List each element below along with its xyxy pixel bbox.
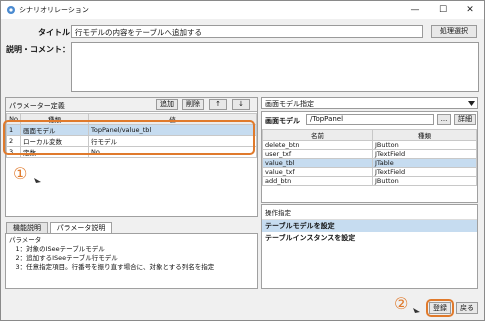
description-line: パラメータ — [9, 236, 42, 244]
row-name: value_txf — [262, 167, 373, 177]
parameter-header: パラメーター定義 — [9, 102, 65, 110]
list-item[interactable]: テーブルモデルを設定 — [262, 220, 477, 232]
parameter-description-panel: パラメータ 1：対象のISeeテーブルモデル 2：追加するISeeテーブル行モデ… — [5, 233, 258, 289]
highlight-annotation-2 — [426, 299, 454, 317]
screen-model-select[interactable]: 画面モデル指定 — [261, 97, 478, 109]
back-button[interactable]: 戻る — [456, 302, 478, 314]
move-down-button[interactable]: ↓ — [232, 99, 250, 110]
add-param-button[interactable]: 追加 — [156, 99, 178, 110]
title-bar: シナリオリレーション — ☐ ✕ — [1, 1, 484, 19]
row-name: value_tbl — [262, 158, 373, 168]
row-name: user_txf — [262, 149, 373, 159]
model-label: 画面モデル — [265, 117, 300, 125]
table-row[interactable]: delete_btn JButton — [262, 140, 477, 150]
pointer-arrow-icon — [413, 308, 420, 313]
minimize-button[interactable]: — — [408, 4, 422, 16]
operation-panel: 操作指定 テーブルモデルを設定 テーブルインスタンスを設定 — [261, 204, 478, 289]
parameter-toolbar: パラメーター定義 追加 削除 ↑ ↓ — [6, 98, 257, 112]
browse-button[interactable]: ... — [437, 114, 451, 125]
row-kind: JTextField — [372, 149, 477, 159]
row-kind: JButton — [372, 176, 477, 186]
app-icon — [7, 6, 15, 14]
operation-header: 操作指定 — [262, 205, 477, 220]
tab-strip: 機能説明 パラメータ説明 — [6, 222, 258, 233]
highlight-annotation-1 — [3, 120, 255, 155]
pointer-arrow-icon — [34, 178, 41, 183]
model-path-input[interactable]: /TopPanel — [306, 114, 434, 125]
description-line: 2：追加するISeeテーブル行モデル — [9, 254, 118, 262]
tab-function-description[interactable]: 機能説明 — [6, 222, 48, 233]
table-row[interactable]: value_txf JTextField — [262, 167, 477, 177]
parameter-panel: パラメーター定義 追加 削除 ↑ ↓ No 種類 値 1 画面モデル TopPa… — [5, 97, 258, 217]
row-name: add_btn — [262, 176, 373, 186]
close-button[interactable]: ✕ — [463, 4, 477, 16]
screen-model-panel: 画面モデル /TopPanel ... 詳細 名前 種類 delete_btn J… — [261, 111, 478, 203]
process-select-button[interactable]: 処理選択 — [431, 25, 477, 38]
column-header-kind[interactable]: 種類 — [372, 129, 477, 141]
row-kind: JButton — [372, 140, 477, 150]
chevron-down-icon — [468, 101, 475, 106]
description-label: 説明・コメント： — [6, 45, 70, 54]
table-row[interactable]: user_txf JTextField — [262, 149, 477, 159]
delete-param-button[interactable]: 削除 — [182, 99, 204, 110]
detail-button[interactable]: 詳細 — [454, 114, 476, 125]
table-row[interactable]: add_btn JButton — [262, 176, 477, 186]
scenario-window: シナリオリレーション — ☐ ✕ タイトル： 行モデルの内容をテーブルへ追加する… — [0, 0, 485, 321]
maximize-button[interactable]: ☐ — [436, 4, 450, 16]
annotation-marker-1: ① — [13, 164, 28, 183]
move-up-button[interactable]: ↑ — [209, 99, 227, 110]
screen-model-header: 画面モデル指定 — [265, 100, 314, 108]
window-title: シナリオリレーション — [19, 6, 89, 14]
table-row[interactable]: value_tbl JTable — [262, 158, 477, 168]
row-name: delete_btn — [262, 140, 373, 150]
row-kind: JTable — [372, 158, 477, 168]
component-table: 名前 種類 delete_btn JButton user_txf JTextFie… — [262, 129, 477, 186]
description-line: 1：対象のISeeテーブルモデル — [9, 245, 105, 253]
column-header-name[interactable]: 名前 — [262, 129, 373, 141]
description-line: 3：任意指定項目。行番号を振り直す場合に、対象とする列名を指定 — [9, 263, 215, 271]
annotation-marker-2: ② — [394, 294, 409, 313]
row-kind: JTextField — [372, 167, 477, 177]
description-textarea[interactable] — [71, 42, 479, 92]
list-item[interactable]: テーブルインスタンスを設定 — [262, 232, 477, 244]
title-input[interactable]: 行モデルの内容をテーブルへ追加する — [71, 25, 423, 38]
tab-parameter-description[interactable]: パラメータ説明 — [50, 222, 112, 233]
